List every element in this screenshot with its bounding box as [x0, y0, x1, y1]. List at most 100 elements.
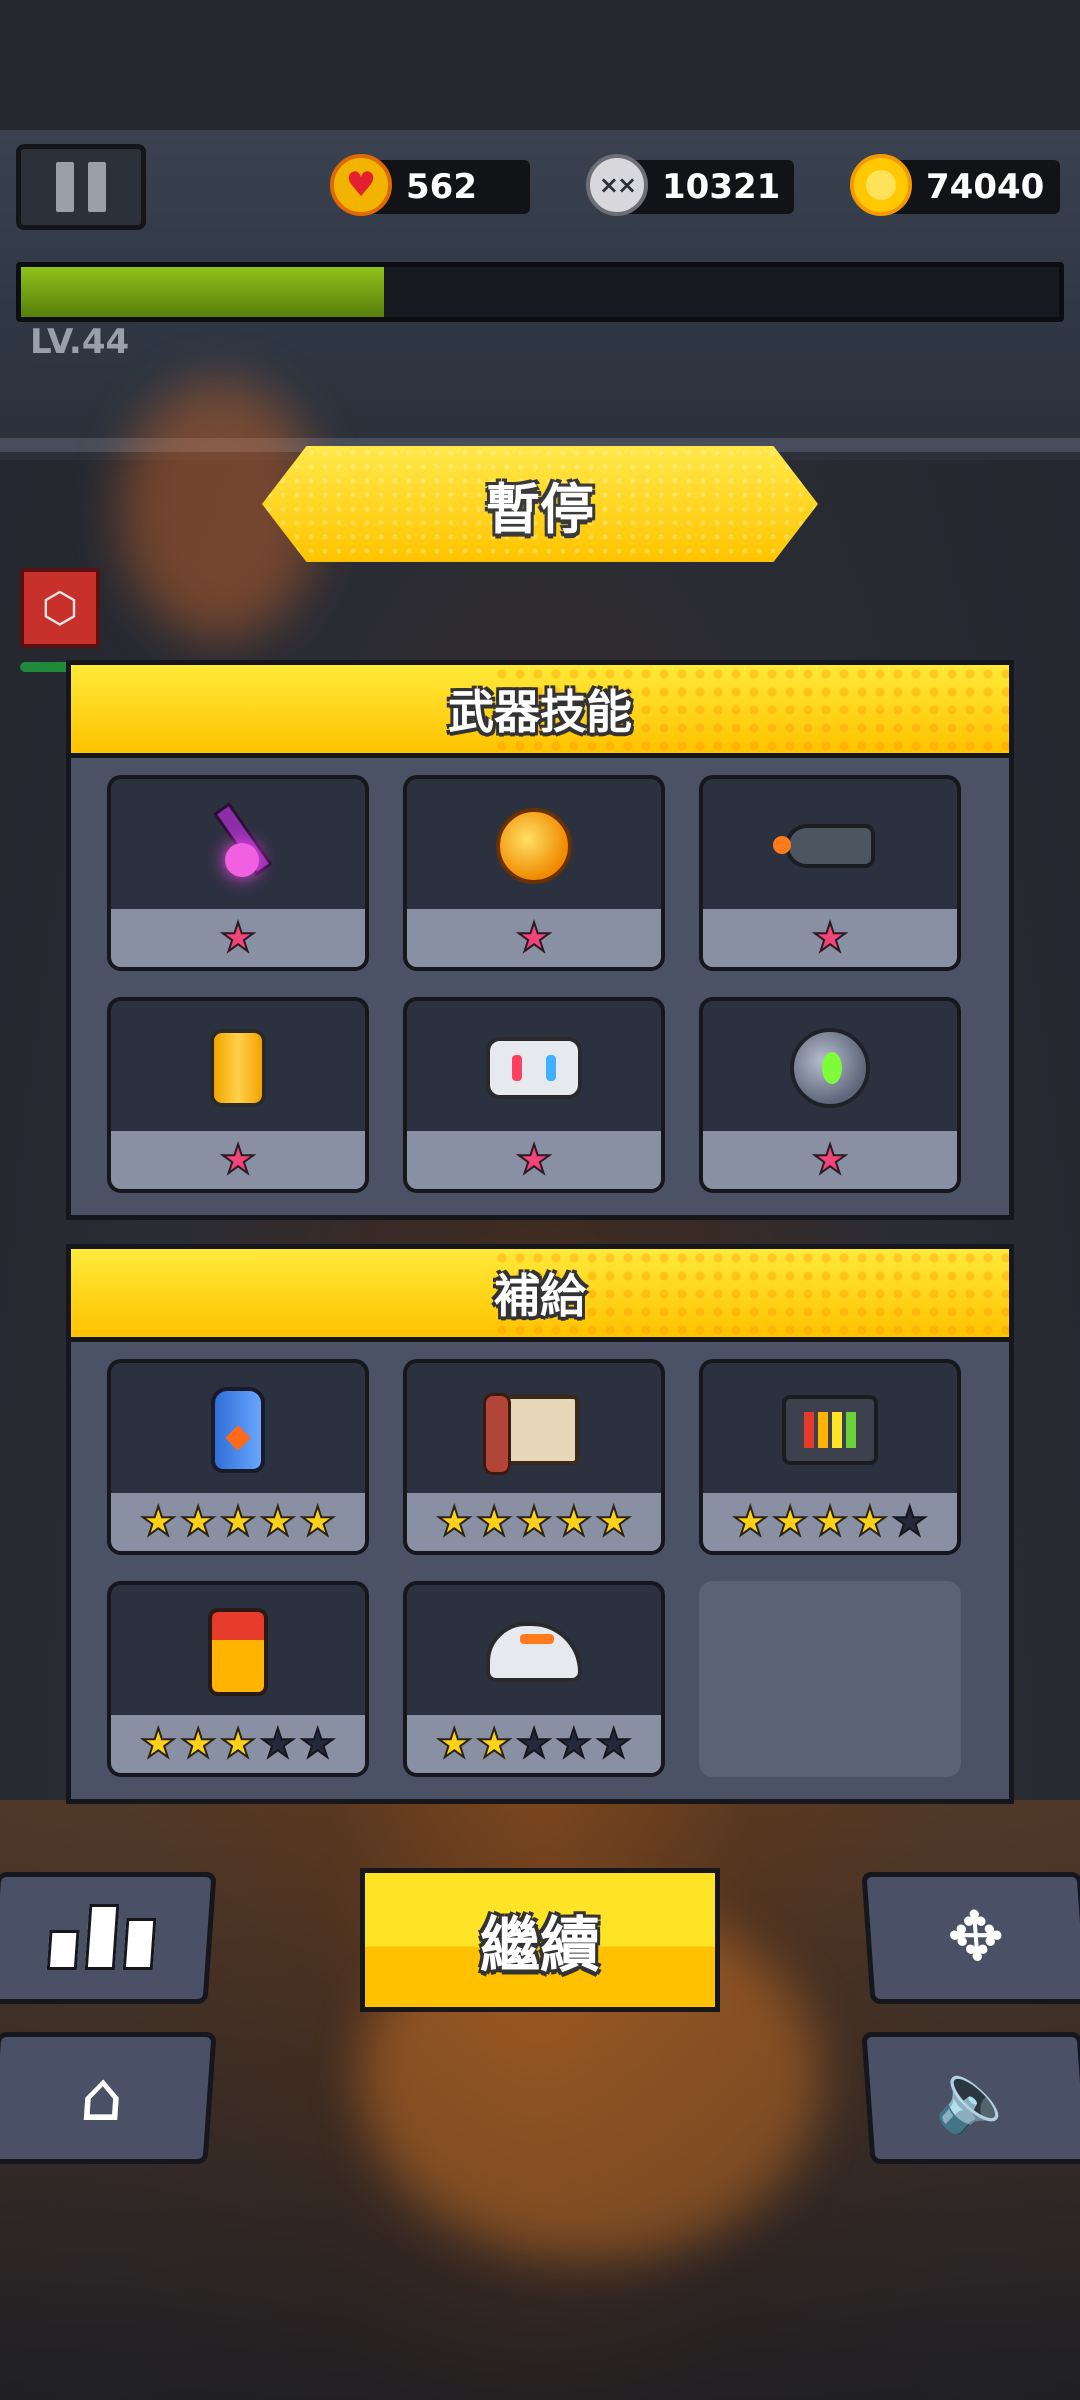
star-rating: ★ ★ ★ ★ ★ — [407, 1493, 661, 1551]
star-rating: ★ ★ ★ ★ ★ — [111, 1493, 365, 1551]
skull-icon: ×× — [586, 154, 648, 216]
weapon-slot-5[interactable]: ★ — [403, 997, 665, 1193]
coin-icon — [850, 154, 912, 216]
sound-button[interactable]: 🔈 — [861, 2032, 1080, 2164]
star-filled-icon: ★ — [475, 1499, 513, 1545]
home-icon: ⌂ — [77, 2058, 127, 2137]
star-filled-icon: ★ — [219, 915, 257, 961]
home-button[interactable]: ⌂ — [0, 2032, 217, 2164]
star-empty-icon: ★ — [515, 1721, 553, 1767]
star-empty-icon: ★ — [595, 1721, 633, 1767]
sneaker-icon — [486, 1622, 582, 1682]
star-filled-icon: ★ — [771, 1499, 809, 1545]
energy-canister-icon — [210, 1029, 266, 1107]
stats-button[interactable] — [0, 1872, 217, 2004]
weapon-slot-6[interactable]: ★ — [699, 997, 961, 1193]
star-filled-icon: ★ — [219, 1499, 257, 1545]
ability-icon: ⬡ — [20, 568, 100, 648]
star-rating: ★ — [407, 1131, 661, 1189]
coin-value: 74040 — [926, 167, 1045, 207]
weapon-slot-2[interactable]: ★ — [403, 775, 665, 971]
pause-icon — [56, 162, 74, 212]
star-filled-icon: ★ — [219, 1137, 257, 1183]
robot-drone-icon — [486, 1037, 582, 1099]
star-filled-icon: ★ — [595, 1499, 633, 1545]
blue-bottle-icon — [211, 1387, 265, 1473]
star-filled-icon: ★ — [811, 915, 849, 961]
supply-slot-empty — [699, 1581, 961, 1777]
star-filled-icon: ★ — [139, 1721, 177, 1767]
weapon-skills-header: 武器技能 — [71, 665, 1009, 758]
battery-pack-icon — [782, 1395, 878, 1465]
coin-counter: 74040 — [850, 154, 1060, 216]
hp-counter: ♥ 562 — [330, 154, 530, 216]
weapon-slot-4[interactable]: ★ — [107, 997, 369, 1193]
star-filled-icon: ★ — [435, 1499, 473, 1545]
star-filled-icon: ★ — [555, 1499, 593, 1545]
scroll-icon — [483, 1393, 579, 1475]
pause-button[interactable] — [16, 144, 146, 230]
fuel-tank-icon — [208, 1608, 268, 1696]
star-filled-icon: ★ — [515, 1499, 553, 1545]
star-filled-icon: ★ — [515, 1137, 553, 1183]
heart-icon: ♥ — [330, 154, 392, 216]
supply-slot-3[interactable]: ★ ★ ★ ★ ★ — [699, 1359, 961, 1555]
star-filled-icon: ★ — [435, 1721, 473, 1767]
star-empty-icon: ★ — [299, 1721, 337, 1767]
pause-title-banner: 暫停 — [262, 446, 818, 562]
star-rating: ★ ★ ★ ★ ★ — [111, 1715, 365, 1773]
star-filled-icon: ★ — [219, 1721, 257, 1767]
weapon-slot-1[interactable]: ★ — [107, 775, 369, 971]
bar-chart-icon — [46, 1904, 157, 1970]
fire-paw-icon — [496, 808, 572, 884]
supply-slot-1[interactable]: ★ ★ ★ ★ ★ — [107, 1359, 369, 1555]
star-filled-icon: ★ — [811, 1499, 849, 1545]
star-filled-icon: ★ — [259, 1499, 297, 1545]
xp-bar — [16, 262, 1064, 322]
star-rating: ★ — [703, 1131, 957, 1189]
weapon-slot-3[interactable]: ★ — [699, 775, 961, 971]
star-filled-icon: ★ — [851, 1499, 889, 1545]
star-filled-icon: ★ — [179, 1721, 217, 1767]
supplies-grid: ★ ★ ★ ★ ★ ★ ★ ★ ★ ★ ★ ★ ★ ★ ★ ★ ★ ★ ★ ★ ★ ★ ★ ★ ★ — [107, 1359, 977, 1777]
star-rating: ★ — [407, 909, 661, 967]
eye-orb-icon — [790, 1028, 870, 1108]
hp-value: 562 — [406, 167, 477, 207]
weapon-grid: ★ ★ ★ ★ ★ ★ — [107, 775, 977, 1193]
star-empty-icon: ★ — [259, 1721, 297, 1767]
supplies-panel: 補給 ★ ★ ★ ★ ★ ★ ★ ★ ★ ★ ★ ★ ★ ★ ★ ★ ★ ★ ★ ★ ★ ★ ★ ★ ★ — [66, 1244, 1014, 1804]
star-empty-icon: ★ — [555, 1721, 593, 1767]
level-label: LV.44 — [22, 322, 138, 362]
continue-label: 繼續 — [480, 1910, 600, 1981]
star-filled-icon: ★ — [515, 915, 553, 961]
supplies-header: 補給 — [71, 1249, 1009, 1342]
star-filled-icon: ★ — [179, 1499, 217, 1545]
supply-slot-4[interactable]: ★ ★ ★ ★ ★ — [107, 1581, 369, 1777]
star-filled-icon: ★ — [731, 1499, 769, 1545]
star-filled-icon: ★ — [299, 1499, 337, 1545]
weapon-skills-title: 武器技能 — [448, 685, 632, 739]
supply-slot-2[interactable]: ★ ★ ★ ★ ★ — [403, 1359, 665, 1555]
purple-blade-icon — [203, 801, 273, 891]
star-rating: ★ ★ ★ ★ ★ — [703, 1493, 957, 1551]
star-rating: ★ — [111, 909, 365, 967]
star-rating: ★ — [703, 909, 957, 967]
star-filled-icon: ★ — [139, 1499, 177, 1545]
speaker-icon: 🔈 — [930, 2058, 1022, 2137]
star-filled-icon: ★ — [811, 1137, 849, 1183]
star-filled-icon: ★ — [475, 1721, 513, 1767]
supplies-title: 補給 — [494, 1269, 586, 1323]
shark-rocket-icon — [773, 824, 875, 868]
kill-value: 10321 — [662, 167, 781, 207]
star-rating: ★ — [111, 1131, 365, 1189]
joystick-settings-button[interactable]: ✥ — [861, 1872, 1080, 2004]
top-letterbox — [0, 0, 1080, 130]
weapon-skills-panel: 武器技能 ★ ★ ★ ★ ★ ★ — [66, 660, 1014, 1220]
continue-button[interactable]: 繼續 — [360, 1868, 720, 2012]
supply-slot-5[interactable]: ★ ★ ★ ★ ★ — [403, 1581, 665, 1777]
star-empty-icon: ★ — [891, 1499, 929, 1545]
xp-bar-fill — [21, 267, 385, 317]
page-title: 暫停 — [486, 477, 594, 541]
kill-counter: ×× 10321 — [586, 154, 794, 216]
dpad-icon: ✥ — [944, 1898, 1008, 1977]
